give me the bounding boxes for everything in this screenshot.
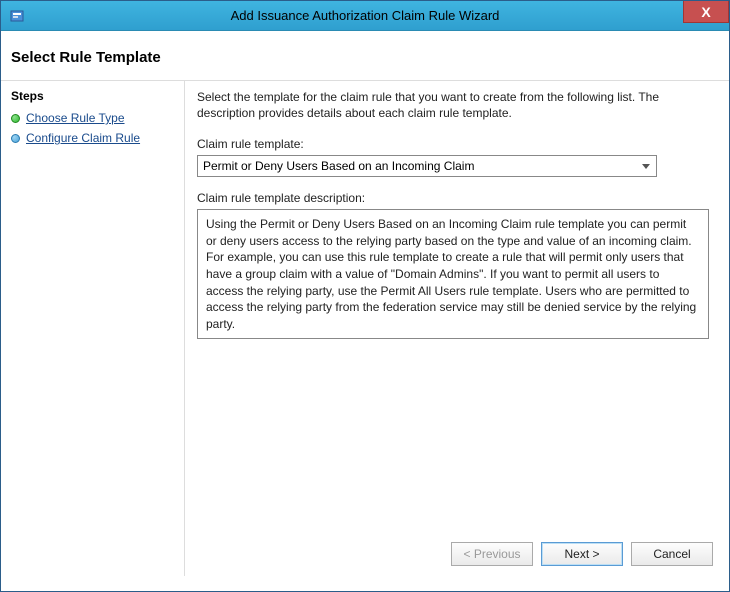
template-label: Claim rule template: bbox=[197, 137, 713, 151]
steps-sidebar: Steps Choose Rule Type Configure Claim R… bbox=[1, 81, 185, 576]
description-label: Claim rule template description: bbox=[197, 191, 713, 205]
previous-button: < Previous bbox=[451, 542, 533, 566]
main-panel: Select the template for the claim rule t… bbox=[185, 81, 729, 576]
button-label: Cancel bbox=[653, 547, 690, 561]
close-button[interactable]: X bbox=[683, 1, 729, 23]
step-configure-claim-rule[interactable]: Configure Claim Rule bbox=[11, 131, 174, 145]
button-label: < Previous bbox=[463, 547, 520, 561]
step-pending-icon bbox=[11, 134, 20, 143]
steps-heading: Steps bbox=[11, 89, 174, 103]
intro-text: Select the template for the claim rule t… bbox=[197, 89, 713, 121]
step-choose-rule-type[interactable]: Choose Rule Type bbox=[11, 111, 174, 125]
wizard-header: Select Rule Template bbox=[1, 31, 729, 81]
step-label: Choose Rule Type bbox=[26, 111, 125, 125]
close-icon: X bbox=[701, 4, 710, 20]
dropdown-selected-value: Permit or Deny Users Based on an Incomin… bbox=[203, 159, 474, 173]
step-label: Configure Claim Rule bbox=[26, 131, 140, 145]
window-title: Add Issuance Authorization Claim Rule Wi… bbox=[1, 8, 729, 23]
button-row: < Previous Next > Cancel bbox=[197, 534, 713, 566]
step-active-icon bbox=[11, 114, 20, 123]
cancel-button[interactable]: Cancel bbox=[631, 542, 713, 566]
template-description: Using the Permit or Deny Users Based on … bbox=[197, 209, 709, 339]
claim-rule-template-dropdown[interactable]: Permit or Deny Users Based on an Incomin… bbox=[197, 155, 657, 177]
app-icon bbox=[9, 8, 25, 24]
button-label: Next > bbox=[564, 547, 599, 561]
next-button[interactable]: Next > bbox=[541, 542, 623, 566]
titlebar: Add Issuance Authorization Claim Rule Wi… bbox=[1, 1, 729, 31]
wizard-content: Steps Choose Rule Type Configure Claim R… bbox=[1, 81, 729, 576]
spacer bbox=[197, 339, 713, 534]
page-title: Select Rule Template bbox=[11, 49, 719, 66]
